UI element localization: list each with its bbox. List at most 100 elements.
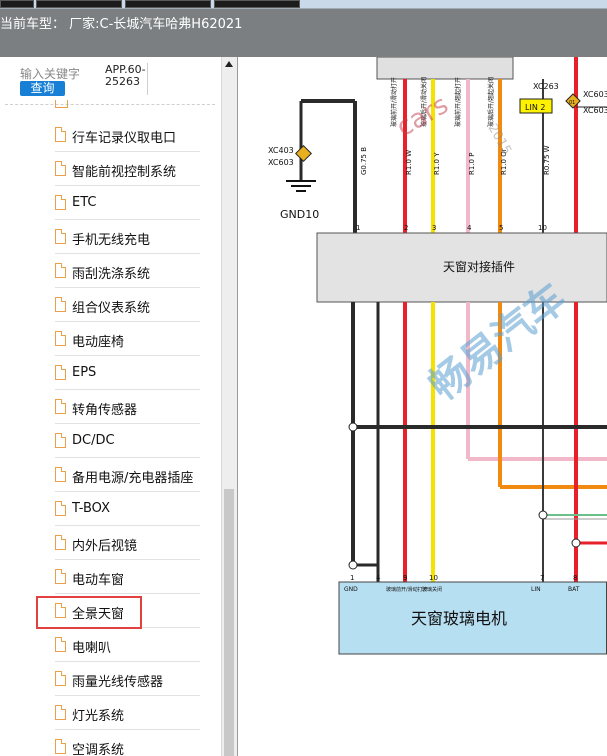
document-icon bbox=[55, 501, 66, 516]
pin-number: 2 bbox=[404, 224, 408, 232]
junction bbox=[538, 510, 548, 520]
sidebar-item-label: 备用电源/充电器插座 bbox=[72, 471, 194, 486]
sidebar: 输入关键字 查询 APP.60-25263 行车记录仪取电口 智能前视控制系统 … bbox=[0, 57, 238, 756]
wiring-diagram: XC403 XC603 GND10 G0.75 B R1.0 W R1.0 Y … bbox=[238, 57, 607, 756]
pin-number: 8 bbox=[573, 574, 577, 582]
diamond-label: 01 bbox=[569, 100, 575, 106]
sidebar-item[interactable]: 电喇叭 bbox=[55, 628, 200, 662]
sidebar-item-label: 电喇叭 bbox=[72, 641, 112, 656]
sidebar-item-label: ETC bbox=[72, 195, 97, 210]
document-icon bbox=[55, 739, 66, 754]
wire-description: 玻璃前开/翘起打开 bbox=[454, 77, 462, 127]
pin-number: 7 bbox=[540, 574, 544, 582]
sidebar-item[interactable]: EPS bbox=[55, 356, 200, 390]
wire-code: R1.0 P bbox=[468, 153, 476, 175]
sidebar-item[interactable]: T-BOX bbox=[55, 492, 200, 526]
vehicle-value: 厂家:C-长城汽车哈弗H62021 bbox=[69, 17, 243, 32]
motor-pin-label: LIN bbox=[531, 586, 541, 593]
divider bbox=[147, 63, 148, 95]
sidebar-item-label: 手机无线充电 bbox=[72, 233, 151, 248]
wiring-diagram-canvas: XC403 XC603 GND10 G0.75 B R1.0 W R1.0 Y … bbox=[268, 57, 607, 655]
wire-code: G0.75 B bbox=[360, 147, 368, 175]
sidebar-item[interactable]: 内外后视镜 bbox=[55, 526, 200, 560]
document-icon bbox=[55, 637, 66, 652]
document-icon bbox=[55, 229, 66, 244]
gnd-connector-b: XC603 bbox=[268, 158, 294, 167]
pin-number: 5 bbox=[499, 224, 503, 232]
pin-number: 4 bbox=[467, 224, 472, 232]
document-icon bbox=[55, 161, 66, 176]
toolbar-strip bbox=[214, 0, 300, 8]
sidebar-item[interactable]: 雨刮洗涤系统 bbox=[55, 254, 200, 288]
document-icon bbox=[55, 127, 66, 142]
pin-number: 1 bbox=[356, 224, 360, 232]
junction bbox=[348, 560, 358, 570]
sidebar-item-label: 灯光系统 bbox=[72, 709, 125, 724]
sidebar-item[interactable]: DC/DC bbox=[55, 424, 200, 458]
document-icon bbox=[55, 263, 66, 278]
motor-pin-label: GND bbox=[344, 586, 358, 593]
document-icon bbox=[55, 100, 68, 108]
junction bbox=[348, 422, 358, 432]
sidebar-item[interactable]: 电动车窗 bbox=[55, 560, 200, 594]
document-icon bbox=[55, 569, 66, 584]
divider bbox=[5, 104, 215, 105]
document-icon bbox=[55, 297, 66, 312]
sidebar-item-label: 智能前视控制系统 bbox=[72, 165, 177, 180]
sidebar-item-label: 组合仪表系统 bbox=[72, 301, 151, 316]
sidebar-item-label: 内外后视镜 bbox=[72, 539, 138, 554]
sidebar-item[interactable]: 手机无线充电 bbox=[55, 220, 200, 254]
scroll-up-icon[interactable] bbox=[225, 61, 233, 67]
sidebar-item-label: EPS bbox=[72, 365, 97, 380]
pin-number: 3 bbox=[432, 224, 436, 232]
sidebar-item[interactable]: 转角传感器 bbox=[55, 390, 200, 424]
connector-label: XC603 bbox=[583, 106, 607, 115]
toolbar-strip bbox=[125, 0, 211, 8]
vehicle-label: 当前车型： bbox=[0, 17, 66, 32]
search-input[interactable]: 输入关键字 bbox=[20, 65, 80, 82]
sidebar-item-label: 电动座椅 bbox=[72, 335, 125, 350]
sidebar-item-label: 电动车窗 bbox=[72, 573, 125, 588]
scrollbar-thumb[interactable] bbox=[224, 489, 234, 756]
junction bbox=[571, 538, 581, 548]
wire-code: R1.0 Y bbox=[433, 152, 441, 175]
sunroof-plug-label: 天窗对接插件 bbox=[443, 259, 515, 274]
motor-pin-label: 玻璃关闭 bbox=[422, 586, 442, 593]
document-icon bbox=[55, 467, 66, 482]
sidebar-item[interactable]: ETC bbox=[55, 186, 200, 220]
upper-module bbox=[376, 57, 514, 80]
pin-number: 10 bbox=[429, 574, 438, 582]
document-icon bbox=[55, 399, 66, 414]
sidebar-item[interactable]: 空调系统 bbox=[55, 730, 200, 756]
sidebar-item[interactable]: 灯光系统 bbox=[55, 696, 200, 730]
document-icon bbox=[55, 331, 66, 346]
document-icon bbox=[55, 535, 66, 550]
wire-code: R0.75 W bbox=[543, 145, 551, 175]
sidebar-item-label: 行车记录仪取电口 bbox=[72, 131, 177, 146]
motor-pin-label: BAT bbox=[568, 586, 580, 593]
sidebar-item[interactable]: 行车记录仪取电口 bbox=[55, 118, 200, 152]
sidebar-item[interactable]: 组合仪表系统 bbox=[55, 288, 200, 322]
scrollbar[interactable] bbox=[221, 57, 237, 756]
sidebar-item-label: 雨刮洗涤系统 bbox=[72, 267, 151, 282]
query-button[interactable]: 查询 bbox=[20, 81, 65, 96]
sidebar-item-label: T-BOX bbox=[72, 501, 110, 516]
document-icon bbox=[55, 705, 66, 720]
title-bar: 当前车型： 厂家:C-长城汽车哈弗H62021 bbox=[0, 0, 607, 57]
connector-label: XC603 bbox=[583, 90, 607, 99]
toolbar-strip bbox=[36, 0, 122, 8]
wire-description: 玻璃后开/翘起关闭 bbox=[487, 77, 495, 127]
connector-diamond-icon bbox=[295, 145, 312, 162]
sidebar-item[interactable]: 备用电源/充电器插座 bbox=[55, 458, 200, 492]
sidebar-item-label: DC/DC bbox=[72, 433, 115, 448]
sunroof-motor-label: 天窗玻璃电机 bbox=[411, 609, 507, 628]
sidebar-item-label: 雨量光线传感器 bbox=[72, 675, 164, 690]
sidebar-item[interactable]: 电动座椅 bbox=[55, 322, 200, 356]
wire-code: R1.0 W bbox=[405, 150, 413, 175]
sidebar-item[interactable]: 雨量光线传感器 bbox=[55, 662, 200, 696]
sidebar-item[interactable]: 智能前视控制系统 bbox=[55, 152, 200, 186]
document-icon bbox=[55, 195, 66, 210]
gnd-label: GND10 bbox=[280, 208, 319, 221]
app-version: APP.60-25263 bbox=[105, 63, 146, 88]
watermark: 2015 bbox=[485, 122, 515, 158]
